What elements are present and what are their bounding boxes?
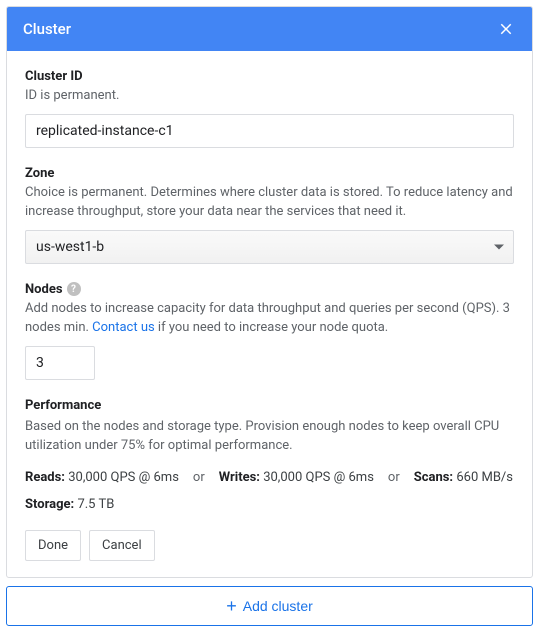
performance-metrics-row: Reads: 30,000 QPS @ 6ms or Writes: 30,00… <box>25 470 514 485</box>
action-buttons: Done Cancel <box>25 530 514 561</box>
writes-value: 30,000 QPS @ 6ms <box>263 470 374 485</box>
reads-metric: Reads: 30,000 QPS @ 6ms <box>25 470 179 485</box>
plus-icon: + <box>226 597 237 615</box>
close-button[interactable] <box>496 19 516 39</box>
nodes-help: Add nodes to increase capacity for data … <box>25 299 514 338</box>
scans-label: Scans: <box>414 470 453 485</box>
zone-label: Zone <box>25 166 514 181</box>
header-title: Cluster <box>23 20 71 38</box>
close-icon <box>497 20 515 38</box>
help-icon[interactable]: ? <box>67 282 81 296</box>
cluster-id-help: ID is permanent. <box>25 86 514 106</box>
storage-value: 7.5 TB <box>77 497 114 512</box>
nodes-field: Nodes ? Add nodes to increase capacity f… <box>25 282 514 380</box>
cluster-id-field: Cluster ID ID is permanent. <box>25 69 514 148</box>
cancel-button[interactable]: Cancel <box>89 530 155 561</box>
storage-label: Storage: <box>25 497 74 512</box>
nodes-help-suffix: if you need to increase your node quota. <box>155 320 389 335</box>
cluster-card: Cluster Cluster ID ID is permanent. Zone… <box>6 6 533 578</box>
scans-value: 660 MB/s <box>456 470 513 485</box>
reads-value: 30,000 QPS @ 6ms <box>68 470 179 485</box>
add-cluster-button[interactable]: + Add cluster <box>6 586 533 626</box>
performance-label: Performance <box>25 398 514 413</box>
nodes-label: Nodes ? <box>25 282 514 297</box>
nodes-input[interactable] <box>25 346 95 380</box>
writes-label: Writes: <box>219 470 260 485</box>
zone-select[interactable]: us-west1-b <box>25 230 514 264</box>
zone-field: Zone Choice is permanent. Determines whe… <box>25 166 514 264</box>
zone-help: Choice is permanent. Determines where cl… <box>25 183 514 222</box>
cluster-id-label: Cluster ID <box>25 69 514 84</box>
or-separator-2: or <box>388 470 400 485</box>
nodes-label-text: Nodes <box>25 282 63 297</box>
card-body: Cluster ID ID is permanent. Zone Choice … <box>7 51 532 577</box>
performance-help: Based on the nodes and storage type. Pro… <box>25 417 514 456</box>
zone-select-wrap: us-west1-b <box>25 230 514 264</box>
or-separator: or <box>193 470 205 485</box>
contact-us-link[interactable]: Contact us <box>92 320 155 335</box>
done-button[interactable]: Done <box>25 530 81 561</box>
performance-section: Performance Based on the nodes and stora… <box>25 398 514 512</box>
scans-metric: Scans: 660 MB/s <box>414 470 513 485</box>
reads-label: Reads: <box>25 470 65 485</box>
storage-metric: Storage: 7.5 TB <box>25 497 514 512</box>
writes-metric: Writes: 30,000 QPS @ 6ms <box>219 470 374 485</box>
cluster-id-input[interactable] <box>25 114 514 148</box>
card-header: Cluster <box>7 7 532 51</box>
